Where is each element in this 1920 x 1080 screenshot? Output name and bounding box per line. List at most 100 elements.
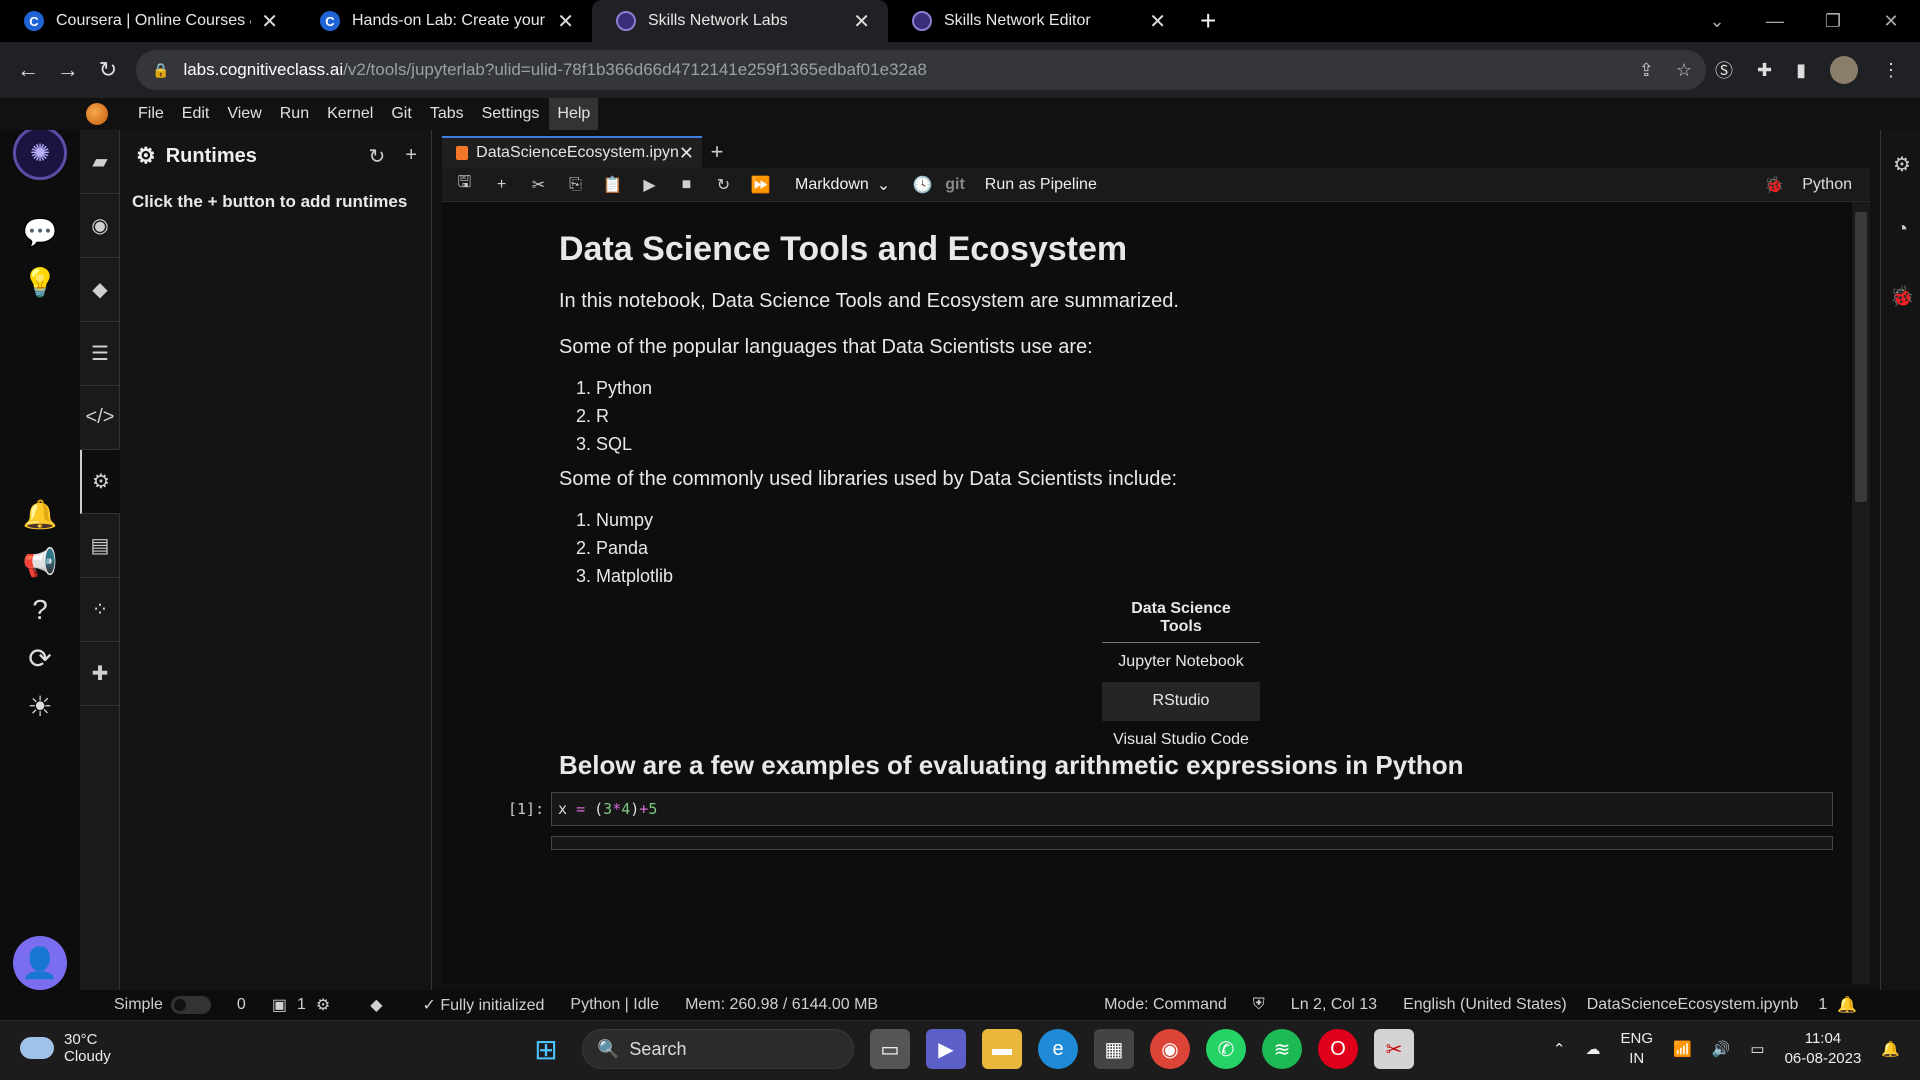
close-tab-icon[interactable]: ✕ [557, 9, 574, 34]
task-view-icon[interactable]: ▭ [870, 1029, 910, 1069]
resource-usage-gauge-icon[interactable]: ◔ [1889, 218, 1915, 244]
simple-mode-toggle[interactable]: Simple [114, 995, 211, 1014]
notification-bell-icon[interactable]: 🔔 [1837, 995, 1857, 1015]
notification-count[interactable]: 1 [1818, 996, 1827, 1014]
cursor-position[interactable]: Ln 2, Col 13 [1291, 996, 1377, 1014]
restore-icon[interactable]: ❐ [1804, 11, 1862, 32]
notebook-scrollbar[interactable] [1852, 202, 1870, 984]
run-all-icon[interactable]: ⏩ [742, 175, 779, 195]
extension-manager-puzzle-icon[interactable]: ✚ [80, 642, 120, 706]
git-status-icon[interactable]: ◆ [370, 995, 382, 1015]
file-explorer-icon[interactable]: ▬ [982, 1029, 1022, 1069]
trusted-shield-icon[interactable]: ⛨ [1253, 996, 1265, 1014]
megaphone-icon[interactable]: 📢 [20, 542, 60, 582]
lock-icon[interactable]: 🔒 [152, 62, 169, 79]
notification-center-bell-icon[interactable]: 🔔 [1881, 1040, 1900, 1058]
theme-sun-icon[interactable]: ☀ [20, 686, 60, 726]
debugger-bug-icon[interactable]: 🐞 [1764, 175, 1784, 195]
menu-file[interactable]: File [130, 98, 172, 130]
volume-icon[interactable]: 🔊 [1712, 1040, 1731, 1058]
side-panel-icon[interactable]: ▮ [1796, 60, 1806, 81]
address-bar[interactable]: 🔒 labs.cognitiveclass.ai/v2/tools/jupyte… [136, 50, 1706, 90]
skype-extension-icon[interactable]: Ⓢ [1715, 57, 1733, 83]
arithmetic-heading-cell[interactable]: Below are a few examples of evaluating a… [559, 750, 1809, 781]
clock-history-icon[interactable]: 🕓 [904, 175, 941, 195]
browser-tab-skills-network-editor[interactable]: Skills Network Editor ✕ [888, 0, 1184, 42]
browser-tab-hands-on-lab[interactable]: C Hands-on Lab: Create your Jupyte ✕ [296, 0, 592, 42]
browser-menu-icon[interactable]: ⋮ [1882, 60, 1900, 81]
new-launcher-button[interactable]: + [702, 136, 732, 168]
menu-run[interactable]: Run [272, 98, 317, 130]
close-tab-icon[interactable]: ✕ [853, 9, 870, 34]
lsp-status[interactable]: ✓ Fully initialized [423, 995, 545, 1015]
snipping-tool-icon[interactable]: ✂ [1374, 1029, 1414, 1069]
cut-icon[interactable]: ✂ [520, 175, 557, 195]
lightbulb-icon[interactable]: 💡 [20, 262, 60, 302]
cell-type-select[interactable]: Markdown ⌄ [795, 175, 890, 195]
help-circle-icon[interactable]: ? [20, 590, 60, 630]
tab-notebook[interactable]: DataScienceEcosystem.ipyn ✕ [442, 136, 702, 168]
minimize-icon[interactable]: — [1746, 11, 1804, 32]
back-arrow-icon[interactable]: ← [8, 57, 48, 83]
refresh-runtimes-icon[interactable]: ↻ [369, 144, 386, 169]
save-icon[interactable]: 🖫 [446, 171, 483, 198]
code-snippets-icon[interactable]: </> [80, 386, 120, 450]
skills-network-logo-icon[interactable]: ✺ [13, 126, 67, 180]
file-browser-folder-icon[interactable]: ▰ [80, 130, 120, 194]
chevron-up-icon[interactable]: ⌃ [1553, 1040, 1566, 1058]
refresh-sync-icon[interactable]: ⟳ [20, 638, 60, 678]
bell-icon[interactable]: 🔔 [20, 494, 60, 534]
menu-edit[interactable]: Edit [174, 98, 218, 130]
close-window-icon[interactable]: ✕ [1862, 11, 1920, 32]
input-language[interactable]: ENG IN [1621, 1029, 1654, 1069]
run-as-pipeline-button[interactable]: Run as Pipeline [985, 176, 1097, 194]
copy-icon[interactable]: ⎘ [557, 176, 594, 194]
menu-view[interactable]: View [219, 98, 269, 130]
browser-tab-coursera[interactable]: C Coursera | Online Courses & Cre ✕ [0, 0, 296, 42]
component-catalog-icon[interactable]: ▤ [80, 514, 120, 578]
add-runtime-button[interactable]: + [405, 144, 417, 169]
running-stop-icon[interactable]: ◉ [80, 194, 120, 258]
run-icon[interactable]: ▶ [631, 175, 668, 195]
debugger-icon[interactable]: 🐞 [1889, 284, 1915, 310]
browser-tab-skills-network-labs[interactable]: Skills Network Labs ✕ [592, 0, 888, 42]
close-tab-icon[interactable]: ✕ [1149, 9, 1166, 34]
tab-search-icon[interactable]: ⌄ [1688, 11, 1746, 32]
bookmark-star-icon[interactable]: ☆ [1676, 60, 1692, 81]
close-tab-icon[interactable]: ✕ [261, 9, 278, 34]
toggle-switch[interactable] [170, 995, 211, 1014]
battery-icon[interactable]: ▭ [1750, 1040, 1764, 1058]
onedrive-cloud-icon[interactable]: ☁ [1586, 1040, 1601, 1058]
next-cell-edge[interactable] [551, 836, 1833, 850]
notebook-content[interactable]: Data Science Tools and Ecosystem In this… [442, 202, 1852, 984]
clock[interactable]: 11:04 06-08-2023 [1785, 1029, 1862, 1069]
markdown-title-cell[interactable]: Data Science Tools and Ecosystem [559, 230, 1809, 269]
restart-kernel-icon[interactable]: ↻ [705, 175, 742, 195]
whatsapp-icon[interactable]: ✆ [1206, 1029, 1246, 1069]
user-avatar[interactable]: 👤 [13, 936, 67, 990]
taskbar-search[interactable]: 🔍 Search [582, 1029, 854, 1069]
reload-icon[interactable]: ↻ [88, 57, 128, 83]
close-doc-tab-icon[interactable]: ✕ [679, 143, 694, 164]
microsoft-store-icon[interactable]: ▦ [1094, 1029, 1134, 1069]
extensions-grid-icon[interactable]: ⁘ [80, 578, 120, 642]
windows-start-icon[interactable]: ⊞ [526, 1029, 566, 1069]
forward-arrow-icon[interactable]: → [48, 57, 88, 83]
scrollbar-thumb[interactable] [1855, 212, 1867, 502]
insert-cell-icon[interactable]: + [483, 176, 520, 194]
kernels-count[interactable]: 1 [297, 996, 306, 1014]
chrome-icon[interactable]: ◉ [1150, 1029, 1190, 1069]
menu-kernel[interactable]: Kernel [319, 98, 381, 130]
menu-git[interactable]: Git [383, 98, 419, 130]
git-icon[interactable]: ◆ [80, 258, 120, 322]
wifi-icon[interactable]: 📶 [1673, 1040, 1692, 1058]
weather-widget[interactable]: 30°C Cloudy [20, 1031, 111, 1065]
menu-tabs[interactable]: Tabs [422, 98, 472, 130]
code-cell-editor[interactable]: x = (3*4)+5 [551, 792, 1833, 826]
table-of-contents-icon[interactable]: ☰ [80, 322, 120, 386]
spellcheck-language[interactable]: English (United States) [1403, 996, 1567, 1014]
profile-avatar[interactable] [1830, 56, 1858, 84]
new-tab-button[interactable]: + [1200, 5, 1216, 37]
runtimes-icon[interactable]: ⚙ [80, 450, 120, 514]
kernel-name[interactable]: Python [1802, 176, 1852, 194]
